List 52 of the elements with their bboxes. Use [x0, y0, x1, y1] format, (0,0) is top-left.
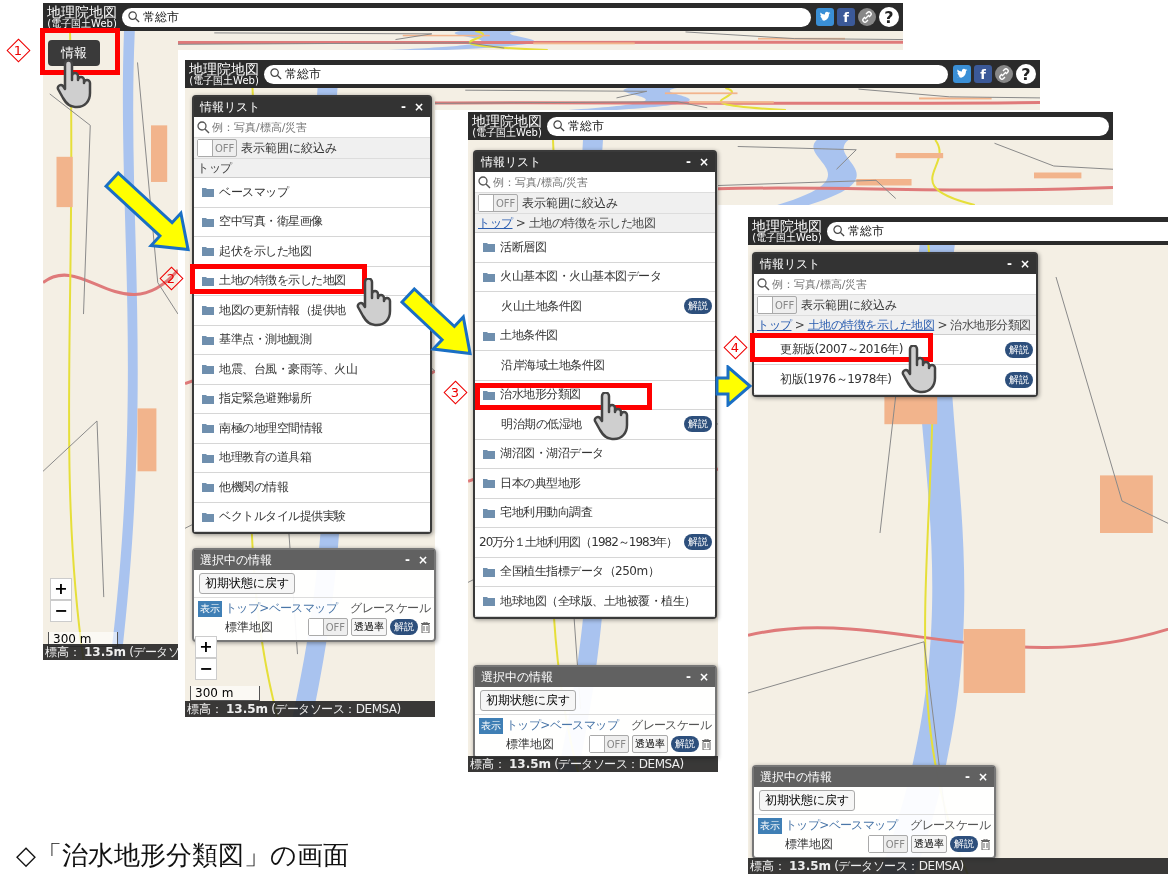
elevation-value: 13.5m: [789, 859, 832, 873]
trash-icon[interactable]: [981, 838, 990, 850]
link-icon[interactable]: [995, 65, 1013, 83]
search-icon: [128, 11, 140, 23]
step-arrow: [715, 365, 752, 407]
help-badge[interactable]: 解説: [1005, 341, 1033, 358]
search-field[interactable]: 例：写真/標高/災害: [772, 276, 1033, 292]
breadcrumb-link[interactable]: トップ: [757, 316, 792, 334]
search-field[interactable]: 常総市: [827, 221, 1168, 241]
logo-subtitle: (電子国土Web): [472, 128, 542, 138]
link-icon[interactable]: [858, 8, 876, 26]
twitter-icon[interactable]: [816, 8, 834, 26]
data-source: (データソース：DEMSA): [834, 857, 964, 874]
logo-subtitle: (電子国土Web): [189, 76, 259, 86]
twitter-icon[interactable]: [953, 65, 971, 83]
grayscale-label: グレースケール: [910, 817, 990, 834]
help-button[interactable]: ?: [879, 7, 899, 27]
panel-title: 情報リスト: [760, 255, 821, 273]
opacity-button[interactable]: 透過率: [911, 835, 947, 853]
logo-subtitle: (電子国土Web): [752, 233, 822, 243]
filter-label: 表示範囲に絞込み: [801, 296, 898, 314]
minimize-button[interactable]: -: [1006, 257, 1012, 271]
close-button[interactable]: ×: [977, 770, 988, 784]
panel-title: 選択中の情報: [760, 768, 833, 786]
search-field[interactable]: 常総市: [264, 64, 948, 84]
help-button[interactable]: ?: [1016, 64, 1036, 84]
layer-path: トップ>ベースマップ: [785, 817, 898, 834]
elevation-label: 標高：: [750, 857, 786, 874]
facebook-icon[interactable]: f: [837, 8, 855, 26]
search-icon: [553, 120, 565, 132]
help-badge[interactable]: 解説: [950, 836, 978, 852]
app-logo[interactable]: 地理院地図: [47, 5, 117, 19]
caption: ◇「治水地形分類図」の画面: [16, 839, 349, 872]
visibility-tag[interactable]: 表示: [758, 817, 782, 834]
search-icon: [270, 68, 282, 80]
breadcrumb-link[interactable]: 土地の特徴を示した地図: [807, 316, 935, 334]
facebook-icon[interactable]: f: [974, 65, 992, 83]
app-logo[interactable]: 地理院地図: [472, 114, 542, 128]
reset-button[interactable]: 初期状態に戻す: [759, 790, 855, 811]
search-field[interactable]: 常総市: [122, 7, 811, 27]
app-logo[interactable]: 地理院地図: [189, 62, 259, 76]
minimize-button[interactable]: -: [964, 770, 970, 784]
layer-name: 標準地図: [785, 835, 833, 853]
close-button[interactable]: ×: [1019, 257, 1030, 271]
breadcrumb-text: >: [793, 318, 806, 332]
search-icon: [833, 225, 845, 237]
logo-subtitle: (電子国土Web): [47, 19, 117, 29]
breadcrumb-text: > 治水地形分類図: [936, 316, 1031, 334]
help-badge[interactable]: 解説: [1005, 371, 1033, 388]
search-icon: [757, 277, 770, 291]
app-logo[interactable]: 地理院地図: [752, 219, 822, 233]
search-field[interactable]: 常総市: [547, 116, 1109, 136]
